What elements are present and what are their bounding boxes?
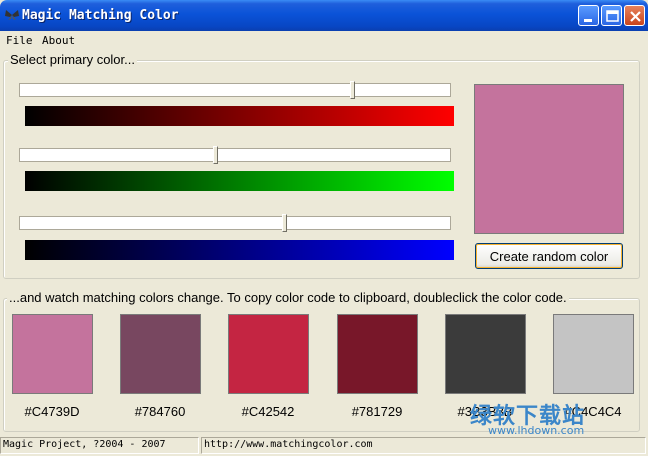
matching-swatch-1: [12, 314, 93, 394]
close-button[interactable]: [624, 5, 645, 26]
blue-gradient-bar: [25, 240, 454, 260]
menu-file[interactable]: File: [6, 34, 33, 47]
status-copyright: Magic Project, ?2004 - 2007: [0, 437, 199, 454]
matching-swatch-2: [120, 314, 201, 394]
window-title: Magic Matching Color: [22, 8, 179, 23]
status-bar: Magic Project, ?2004 - 2007 http://www.m…: [0, 435, 648, 456]
minimize-button[interactable]: [578, 5, 599, 26]
color-code-4[interactable]: #781729: [327, 404, 427, 419]
matching-swatch-5: [445, 314, 526, 394]
menu-bar: File About: [0, 31, 648, 50]
primary-color-legend: Select primary color...: [8, 52, 137, 67]
close-icon: [630, 11, 641, 22]
title-bar: Magic Matching Color: [0, 0, 648, 31]
color-code-1[interactable]: #C4739D: [2, 404, 102, 419]
menu-about[interactable]: About: [42, 34, 75, 47]
blue-slider-thumb[interactable]: [282, 214, 287, 232]
color-code-3[interactable]: #C42542: [218, 404, 318, 419]
blue-slider-track[interactable]: [19, 216, 451, 230]
butterfly-icon: [5, 10, 19, 20]
maximize-button[interactable]: [601, 5, 622, 26]
create-random-color-button[interactable]: Create random color: [475, 243, 623, 269]
status-url: http://www.matchingcolor.com: [201, 437, 646, 454]
matching-swatch-4: [337, 314, 418, 394]
maximize-icon: [606, 10, 619, 22]
green-gradient-bar: [25, 171, 454, 191]
minimize-icon: [584, 19, 592, 22]
red-gradient-bar: [25, 106, 454, 126]
green-slider-track[interactable]: [19, 148, 451, 162]
red-slider-track[interactable]: [19, 83, 451, 97]
green-slider-thumb[interactable]: [213, 146, 218, 164]
matching-colors-legend: ...and watch matching colors change. To …: [7, 290, 569, 305]
matching-swatch-3: [228, 314, 309, 394]
matching-swatch-6: [553, 314, 634, 394]
color-code-2[interactable]: #784760: [110, 404, 210, 419]
red-slider-thumb[interactable]: [350, 81, 355, 99]
primary-color-preview: [474, 84, 624, 234]
